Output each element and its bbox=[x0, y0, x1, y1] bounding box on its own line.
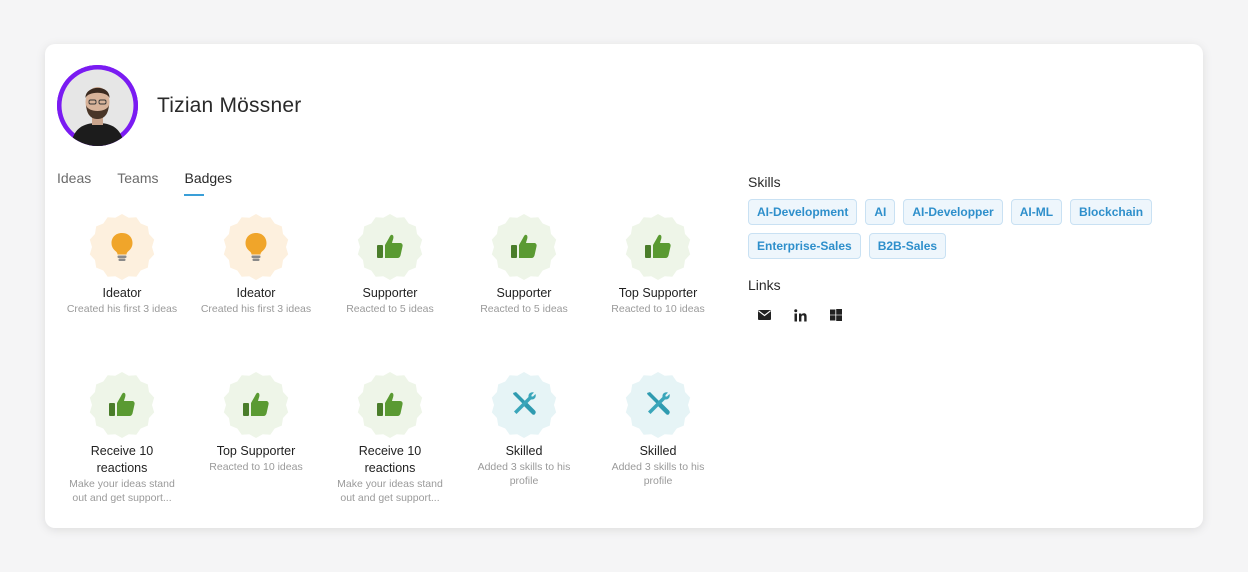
profile-name: Tizian Mössner bbox=[157, 94, 302, 117]
badge-description: Reacted to 10 ideas bbox=[611, 303, 705, 315]
badge-description: Reacted to 5 ideas bbox=[480, 303, 568, 315]
badge-title: Supporter bbox=[496, 286, 552, 300]
skill-tag[interactable]: Blockchain bbox=[1070, 199, 1153, 225]
skill-tag[interactable]: Enterprise-Sales bbox=[748, 233, 861, 259]
badge-title: Supporter bbox=[362, 286, 418, 300]
tools-icon bbox=[625, 372, 691, 438]
badge-item[interactable]: Ideator Created his first 3 ideas bbox=[186, 214, 326, 316]
badge-title: Top Supporter bbox=[216, 444, 296, 458]
badge-description: Make your ideas stand out and get suppor… bbox=[69, 478, 175, 504]
badge-title: Skilled bbox=[639, 444, 677, 458]
skill-tag[interactable]: B2B-Sales bbox=[868, 233, 947, 259]
skill-tag[interactable]: AI-ML bbox=[1010, 199, 1063, 225]
skill-tag[interactable]: AI bbox=[865, 199, 896, 225]
badge-title: Top Supporter bbox=[618, 286, 698, 300]
badge-description: Reacted to 5 ideas bbox=[346, 303, 434, 315]
badge-item[interactable]: Skilled Added 3 skills to his profile bbox=[588, 372, 728, 488]
linkedin-icon[interactable] bbox=[792, 307, 808, 323]
skill-tag[interactable]: AI-Developper bbox=[903, 199, 1003, 225]
badge-item[interactable]: Skilled Added 3 skills to his profile bbox=[454, 372, 594, 488]
badge-description: Created his first 3 ideas bbox=[200, 303, 312, 315]
badge-title: Ideator bbox=[102, 286, 142, 300]
badge-item[interactable]: Ideator Created his first 3 ideas bbox=[52, 214, 192, 316]
side-panel: Skills AI-Development AI AI-Developper AI-M… bbox=[748, 174, 1178, 323]
badge-title: Skilled bbox=[505, 444, 543, 458]
thumbs-up-icon bbox=[357, 372, 423, 438]
badge-item[interactable]: Receive 10 reactions Make your ideas stan… bbox=[52, 372, 192, 505]
profile-card: Tizian Mössner Ideas Teams Badges Ideato… bbox=[45, 44, 1203, 528]
badge-description: Created his first 3 ideas bbox=[66, 303, 178, 315]
badge-item[interactable]: Receive 10 reactions Make your ideas stan… bbox=[320, 372, 460, 505]
tab-ideas[interactable]: Ideas bbox=[57, 170, 91, 196]
mail-icon[interactable] bbox=[756, 307, 772, 323]
badge-title: Receive 10 reactions bbox=[90, 444, 154, 475]
thumbs-up-icon bbox=[89, 372, 155, 438]
badge-description: Added 3 skills to his profile bbox=[611, 461, 705, 487]
tab-teams[interactable]: Teams bbox=[117, 170, 158, 196]
badge-item[interactable]: Top Supporter Reacted to 10 ideas bbox=[588, 214, 728, 316]
links-title: Links bbox=[748, 277, 781, 293]
links-list bbox=[748, 307, 1178, 323]
thumbs-up-icon bbox=[357, 214, 423, 280]
badge-item[interactable]: Top Supporter Reacted to 10 ideas bbox=[186, 372, 326, 474]
skill-tag[interactable]: AI-Development bbox=[748, 199, 858, 225]
badge-description: Make your ideas stand out and get suppor… bbox=[337, 478, 443, 504]
skills-title: Skills bbox=[748, 174, 781, 190]
avatar-portrait bbox=[57, 65, 138, 146]
thumbs-up-icon bbox=[491, 214, 557, 280]
badge-description: Reacted to 10 ideas bbox=[209, 461, 303, 473]
thumbs-up-icon bbox=[625, 214, 691, 280]
avatar[interactable] bbox=[57, 65, 138, 146]
badge-item[interactable]: Supporter Reacted to 5 ideas bbox=[454, 214, 594, 316]
tools-icon bbox=[491, 372, 557, 438]
skills-list: AI-Development AI AI-Developper AI-ML Blockc… bbox=[748, 199, 1178, 259]
thumbs-up-icon bbox=[223, 372, 289, 438]
badge-item[interactable]: Supporter Reacted to 5 ideas bbox=[320, 214, 460, 316]
profile-tabs: Ideas Teams Badges bbox=[57, 170, 258, 196]
tab-badges[interactable]: Badges bbox=[184, 170, 232, 196]
windows-icon[interactable] bbox=[828, 307, 844, 323]
lightbulb-icon bbox=[89, 214, 155, 280]
badge-description: Added 3 skills to his profile bbox=[477, 461, 571, 487]
badge-title: Receive 10 reactions bbox=[358, 444, 422, 475]
badge-title: Ideator bbox=[236, 286, 276, 300]
lightbulb-icon bbox=[223, 214, 289, 280]
